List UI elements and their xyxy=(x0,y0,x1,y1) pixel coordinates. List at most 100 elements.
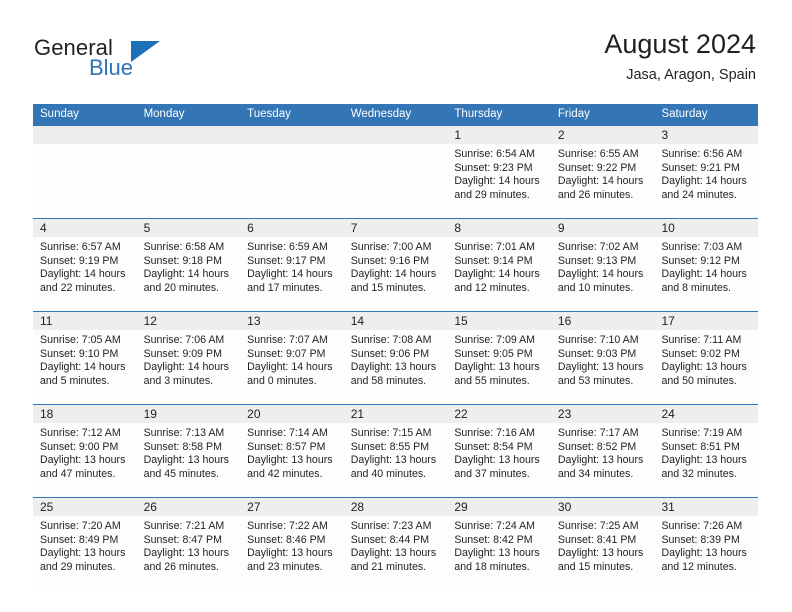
day-cell[interactable]: Sunrise: 6:56 AM Sunset: 9:21 PM Dayligh… xyxy=(654,144,758,218)
day-cell[interactable]: Sunrise: 7:23 AM Sunset: 8:44 PM Dayligh… xyxy=(344,516,448,590)
day-cell[interactable]: Sunrise: 6:54 AM Sunset: 9:23 PM Dayligh… xyxy=(447,144,551,218)
daylight-text-line1: Daylight: 13 hours xyxy=(247,454,333,467)
day-number[interactable]: 13 xyxy=(240,312,344,330)
day-cell[interactable] xyxy=(344,144,448,218)
daylight-text-line1: Daylight: 14 hours xyxy=(557,268,644,281)
day-number[interactable]: 10 xyxy=(654,219,758,237)
day-cell[interactable]: Sunrise: 7:15 AM Sunset: 8:55 PM Dayligh… xyxy=(344,423,448,497)
daylight-text-line2: and 15 minutes. xyxy=(350,281,427,294)
sunrise-text: Sunrise: 6:56 AM xyxy=(661,148,743,160)
day-cell[interactable]: Sunrise: 6:55 AM Sunset: 9:22 PM Dayligh… xyxy=(551,144,655,218)
daylight-text-line2: and 21 minutes. xyxy=(350,560,427,573)
day-number[interactable] xyxy=(344,126,448,144)
brand-triangle-icon xyxy=(131,41,160,62)
day-number[interactable]: 25 xyxy=(33,498,137,516)
calendar-week-row: 18 19 20 21 22 23 24 Sunrise: 7:12 AM Su… xyxy=(33,404,758,497)
day-cell[interactable]: Sunrise: 7:06 AM Sunset: 9:09 PM Dayligh… xyxy=(137,330,241,404)
sunset-text: Sunset: 8:39 PM xyxy=(661,533,740,546)
day-cell[interactable]: Sunrise: 7:09 AM Sunset: 9:05 PM Dayligh… xyxy=(447,330,551,404)
day-number[interactable]: 4 xyxy=(33,219,137,237)
day-cell[interactable]: Sunrise: 7:24 AM Sunset: 8:42 PM Dayligh… xyxy=(447,516,551,590)
day-number[interactable]: 16 xyxy=(551,312,655,330)
brand-logo[interactable]: General Blue xyxy=(34,36,204,88)
day-cell[interactable]: Sunrise: 7:01 AM Sunset: 9:14 PM Dayligh… xyxy=(447,237,551,311)
daylight-text-line1: Daylight: 14 hours xyxy=(247,268,333,281)
daylight-text-line1: Daylight: 13 hours xyxy=(40,547,126,560)
day-number[interactable]: 29 xyxy=(447,498,551,516)
daylight-text-line1: Daylight: 13 hours xyxy=(557,361,644,374)
day-cell[interactable]: Sunrise: 7:07 AM Sunset: 9:07 PM Dayligh… xyxy=(240,330,344,404)
sunrise-text: Sunrise: 7:06 AM xyxy=(143,334,225,346)
day-number[interactable]: 3 xyxy=(654,126,758,144)
day-cell[interactable]: Sunrise: 7:08 AM Sunset: 9:06 PM Dayligh… xyxy=(344,330,448,404)
day-number[interactable]: 5 xyxy=(137,219,241,237)
day-cell[interactable]: Sunrise: 7:05 AM Sunset: 9:10 PM Dayligh… xyxy=(33,330,137,404)
daylight-text-line2: and 47 minutes. xyxy=(40,467,116,480)
day-number[interactable]: 21 xyxy=(344,405,448,423)
day-number[interactable]: 17 xyxy=(654,312,758,330)
day-number[interactable] xyxy=(33,126,137,144)
day-number[interactable]: 2 xyxy=(551,126,655,144)
day-cell[interactable]: Sunrise: 7:02 AM Sunset: 9:13 PM Dayligh… xyxy=(551,237,655,311)
sunrise-text: Sunrise: 7:24 AM xyxy=(454,520,535,532)
week-detail-band: Sunrise: 6:57 AM Sunset: 9:19 PM Dayligh… xyxy=(33,237,758,311)
daylight-text-line1: Daylight: 14 hours xyxy=(350,268,437,281)
day-cell[interactable]: Sunrise: 7:11 AM Sunset: 9:02 PM Dayligh… xyxy=(654,330,758,404)
day-cell[interactable]: Sunrise: 7:03 AM Sunset: 9:12 PM Dayligh… xyxy=(654,237,758,311)
day-cell[interactable] xyxy=(240,144,344,218)
daylight-text-line1: Daylight: 14 hours xyxy=(454,175,540,188)
day-number[interactable] xyxy=(137,126,241,144)
day-cell[interactable]: Sunrise: 7:12 AM Sunset: 9:00 PM Dayligh… xyxy=(33,423,137,497)
day-number[interactable]: 27 xyxy=(240,498,344,516)
day-cell[interactable]: Sunrise: 7:25 AM Sunset: 8:41 PM Dayligh… xyxy=(551,516,655,590)
day-cell[interactable]: Sunrise: 7:13 AM Sunset: 8:58 PM Dayligh… xyxy=(137,423,241,497)
day-number[interactable]: 7 xyxy=(344,219,448,237)
day-cell[interactable]: Sunrise: 7:10 AM Sunset: 9:03 PM Dayligh… xyxy=(551,330,655,404)
day-number[interactable]: 6 xyxy=(240,219,344,237)
day-cell[interactable]: Sunrise: 7:19 AM Sunset: 8:51 PM Dayligh… xyxy=(654,423,758,497)
day-number[interactable]: 12 xyxy=(137,312,241,330)
day-number[interactable]: 9 xyxy=(551,219,655,237)
sunrise-text: Sunrise: 7:25 AM xyxy=(557,520,639,532)
daylight-text-line2: and 5 minutes. xyxy=(40,374,110,387)
day-cell[interactable]: Sunrise: 7:16 AM Sunset: 8:54 PM Dayligh… xyxy=(447,423,551,497)
day-number[interactable]: 20 xyxy=(240,405,344,423)
day-number[interactable]: 8 xyxy=(447,219,551,237)
day-number[interactable]: 26 xyxy=(137,498,241,516)
day-number[interactable]: 28 xyxy=(344,498,448,516)
day-cell[interactable]: Sunrise: 7:14 AM Sunset: 8:57 PM Dayligh… xyxy=(240,423,344,497)
day-cell[interactable]: Sunrise: 7:21 AM Sunset: 8:47 PM Dayligh… xyxy=(137,516,241,590)
daylight-text-line1: Daylight: 14 hours xyxy=(143,268,229,281)
daylight-text-line1: Daylight: 13 hours xyxy=(454,454,540,467)
day-cell[interactable]: Sunrise: 6:58 AM Sunset: 9:18 PM Dayligh… xyxy=(137,237,241,311)
sunset-text: Sunset: 9:06 PM xyxy=(350,347,430,360)
daylight-text-line2: and 22 minutes. xyxy=(40,281,116,294)
day-cell[interactable] xyxy=(137,144,241,218)
day-number[interactable]: 14 xyxy=(344,312,448,330)
day-number[interactable]: 22 xyxy=(447,405,551,423)
day-cell[interactable]: Sunrise: 6:59 AM Sunset: 9:17 PM Dayligh… xyxy=(240,237,344,311)
day-cell[interactable]: Sunrise: 7:00 AM Sunset: 9:16 PM Dayligh… xyxy=(344,237,448,311)
day-number[interactable]: 24 xyxy=(654,405,758,423)
sunset-text: Sunset: 9:12 PM xyxy=(661,254,740,267)
day-number[interactable]: 23 xyxy=(551,405,655,423)
day-cell[interactable] xyxy=(33,144,137,218)
daylight-text-line1: Daylight: 13 hours xyxy=(661,547,747,560)
day-number[interactable]: 18 xyxy=(33,405,137,423)
day-cell[interactable]: Sunrise: 7:26 AM Sunset: 8:39 PM Dayligh… xyxy=(654,516,758,590)
day-number[interactable]: 31 xyxy=(654,498,758,516)
sunrise-text: Sunrise: 7:16 AM xyxy=(454,427,535,439)
day-number[interactable]: 19 xyxy=(137,405,241,423)
day-number[interactable]: 1 xyxy=(447,126,551,144)
day-number[interactable]: 11 xyxy=(33,312,137,330)
brand-name-blue: Blue xyxy=(89,55,134,80)
day-number[interactable]: 15 xyxy=(447,312,551,330)
day-cell[interactable]: Sunrise: 7:17 AM Sunset: 8:52 PM Dayligh… xyxy=(551,423,655,497)
day-cell[interactable]: Sunrise: 7:20 AM Sunset: 8:49 PM Dayligh… xyxy=(33,516,137,590)
day-cell[interactable]: Sunrise: 6:57 AM Sunset: 9:19 PM Dayligh… xyxy=(33,237,137,311)
day-cell[interactable]: Sunrise: 7:22 AM Sunset: 8:46 PM Dayligh… xyxy=(240,516,344,590)
week-daynumber-band: 11 12 13 14 15 16 17 xyxy=(33,312,758,330)
sunrise-text: Sunrise: 7:08 AM xyxy=(350,334,432,346)
day-number[interactable]: 30 xyxy=(551,498,655,516)
day-number[interactable] xyxy=(240,126,344,144)
